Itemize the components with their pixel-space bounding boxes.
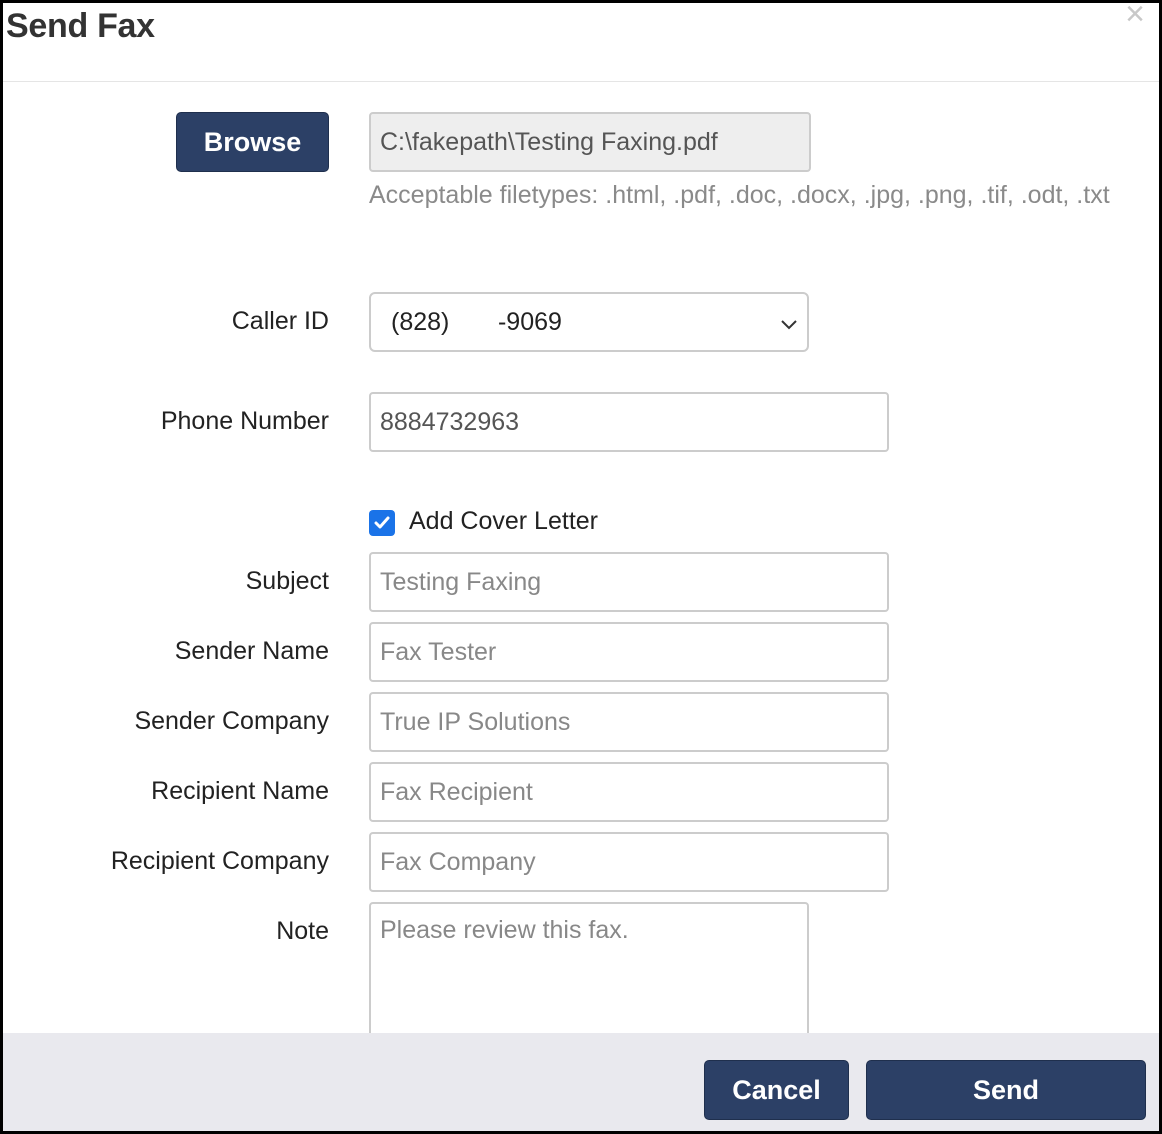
chevron-down-icon — [779, 312, 799, 341]
note-label: Note — [276, 917, 329, 945]
sender-name-input[interactable] — [369, 622, 889, 682]
note-textarea[interactable] — [369, 902, 809, 1052]
phone-number-input[interactable] — [369, 392, 889, 452]
caller-id-select[interactable]: (828) -9069 — [369, 292, 809, 352]
send-button[interactable]: Send — [866, 1060, 1146, 1120]
close-icon[interactable]: × — [1125, 3, 1145, 31]
file-path-field[interactable] — [369, 112, 811, 172]
caller-id-selected-value: (828) -9069 — [391, 307, 562, 336]
sender-company-input[interactable] — [369, 692, 889, 752]
caller-id-label: Caller ID — [231, 307, 329, 335]
dialog-title: Send Fax — [6, 7, 155, 45]
recipient-company-input[interactable] — [369, 832, 889, 892]
recipient-name-input[interactable] — [369, 762, 889, 822]
recipient-company-label: Recipient Company — [110, 847, 329, 875]
recipient-name-label: Recipient Name — [151, 777, 329, 805]
subject-input[interactable] — [369, 552, 889, 612]
browse-button[interactable]: Browse — [176, 112, 329, 172]
dialog-footer: Cancel Send — [3, 1033, 1159, 1131]
send-fax-dialog: Send Fax × Browse Acceptable filetypes: … — [0, 0, 1162, 1134]
cancel-button[interactable]: Cancel — [704, 1060, 849, 1120]
add-cover-letter-label[interactable]: Add Cover Letter — [409, 507, 598, 536]
subject-label: Subject — [245, 567, 329, 595]
add-cover-letter-checkbox[interactable] — [369, 510, 395, 536]
sender-name-label: Sender Name — [174, 637, 329, 665]
checkmark-icon — [374, 516, 390, 529]
phone-number-label: Phone Number — [160, 407, 329, 435]
sender-company-label: Sender Company — [134, 707, 329, 735]
header-divider — [3, 81, 1159, 82]
filetypes-help-text: Acceptable filetypes: .html, .pdf, .doc,… — [369, 181, 1110, 209]
